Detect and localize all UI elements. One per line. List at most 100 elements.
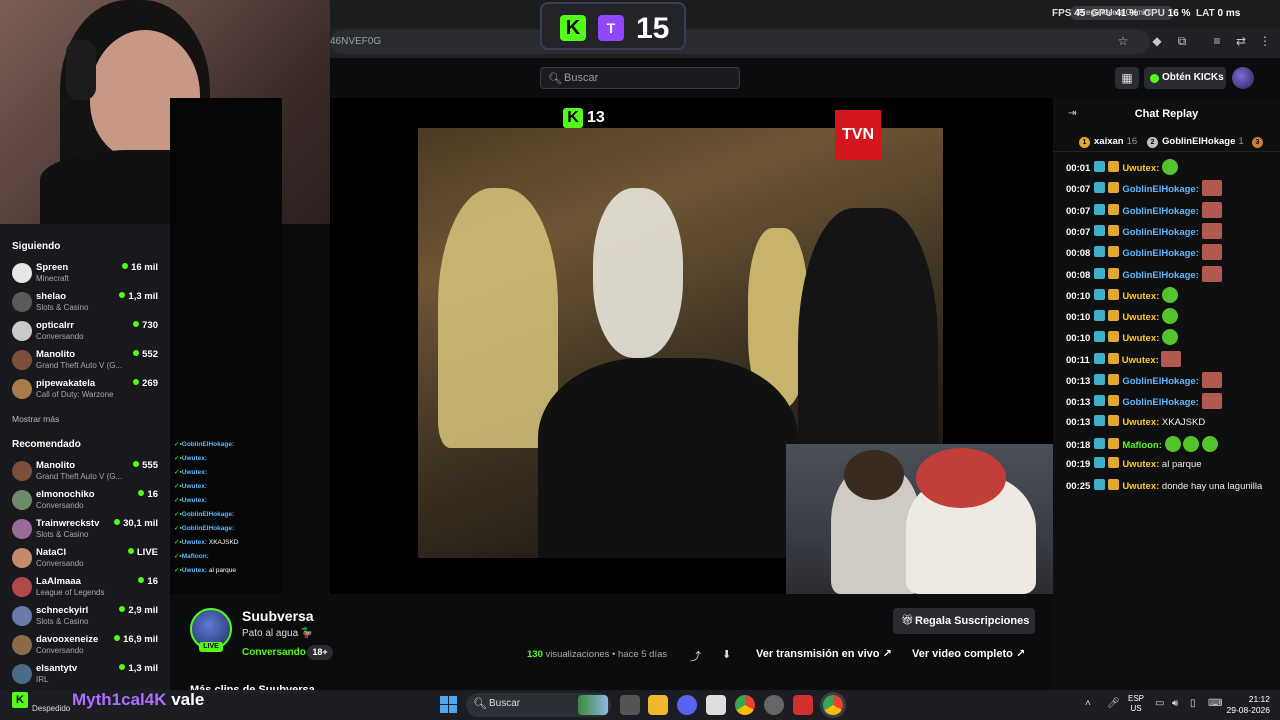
get-kicks-button[interactable]: Obtén KICKs (1144, 67, 1226, 89)
viewer-count: 30,1 mil (114, 518, 158, 529)
channel-category: Call of Duty: Warzone (36, 390, 114, 399)
badge-icon (1108, 267, 1120, 279)
chat-username[interactable]: GoblinElHokage: (1122, 248, 1199, 259)
channel-name: schneckyirl (36, 605, 89, 616)
discord-icon[interactable] (677, 695, 697, 715)
extension-icon[interactable]: ◆ (1150, 34, 1164, 48)
sidebar-channel[interactable]: NataCl Conversando LIVE (0, 544, 170, 572)
channel-name[interactable]: Suubversa (242, 608, 314, 624)
sidebar-channel[interactable]: shelao Slots & Casino 1,3 mil (0, 288, 170, 316)
app-icon[interactable] (764, 695, 784, 715)
chat-username[interactable]: Uwutex: (1122, 417, 1159, 428)
chat-timestamp: 00:08 (1066, 269, 1091, 281)
chat-timestamp: 00:13 (1066, 416, 1091, 428)
chat-username[interactable]: Uwutex: (1122, 459, 1159, 470)
layout-icon[interactable]: ▦ (1115, 67, 1139, 89)
microphone-icon[interactable]: 🎤︎ (1107, 698, 1120, 709)
chat-timestamp: 00:13 (1066, 397, 1091, 409)
sync-icon[interactable]: ⇄ (1234, 34, 1248, 48)
file-explorer-icon[interactable] (648, 695, 668, 715)
chat-username[interactable]: GoblinElHokage: (1122, 376, 1199, 387)
bookmark-star-icon[interactable]: ☆ (1116, 34, 1130, 48)
chat-username[interactable]: Uwutex: (1122, 291, 1159, 302)
language-indicator[interactable]: ESP US (1128, 694, 1144, 714)
sidebar-channel[interactable]: Trainwreckstv Slots & Casino 30,1 mil (0, 515, 170, 543)
menu-dots-icon[interactable]: ⋮ (1258, 34, 1272, 48)
chat-username[interactable]: Uwutex: (1122, 163, 1159, 174)
badge-icon (1108, 161, 1120, 172)
viewer-count: LIVE (127, 547, 158, 558)
chrome-icon[interactable] (735, 695, 755, 715)
show-more-button[interactable]: Mostrar más (12, 414, 59, 424)
badge-icon (1108, 478, 1120, 490)
chat-username[interactable]: GoblinElHokage: (1122, 397, 1199, 408)
chat-username[interactable]: GoblinElHokage: (1122, 184, 1199, 195)
sidebar-channel[interactable]: LaAlmaaa League of Legends 16 (0, 573, 170, 601)
app-icon[interactable] (793, 695, 813, 715)
widget-icon[interactable] (578, 695, 608, 715)
watch-live-button[interactable]: Ver transmisión en vivo ↗ (748, 642, 898, 666)
sidebar-channel[interactable]: opticalrr Conversando 730 (0, 317, 170, 345)
emote-icon (1201, 265, 1222, 282)
chat-username[interactable]: Mafloon: (1122, 440, 1162, 451)
sidebar-channel[interactable]: Manolito Grand Theft Auto V (G... 552 (0, 346, 170, 374)
chat-username[interactable]: GoblinElHokage: (1122, 270, 1199, 281)
emote-icon (1201, 201, 1222, 218)
clock[interactable]: 21:12 29-08-2026 (1226, 694, 1270, 716)
sidebar-channel[interactable]: elsantytv IRL 1,3 mil (0, 660, 170, 688)
url-text[interactable]: 46NVEF0G (330, 36, 381, 47)
sidebar-channel[interactable]: Spreen Minecraft 16 mil (0, 259, 170, 287)
chat-username[interactable]: GoblinElHokage: (1122, 227, 1199, 238)
sidebar-channel[interactable]: schneckyirl Slots & Casino 2,9 mil (0, 602, 170, 630)
viewer-count: 555 (133, 460, 158, 471)
mini-chat-line: ✓▪Uwutex: (174, 469, 208, 476)
follower-badge: K T 15 (540, 2, 686, 50)
chat-username[interactable]: Uwutex: (1122, 312, 1159, 323)
chat-username[interactable]: Uwutex: (1122, 481, 1159, 492)
notification-icon[interactable]: ⌨ (1208, 698, 1222, 709)
sidebar-channel[interactable]: elmonochiko Conversando 16 (0, 486, 170, 514)
watch-full-video-button[interactable]: Ver video completo ↗ (905, 642, 1035, 666)
chrome-active-icon[interactable] (823, 695, 843, 715)
chat-username[interactable]: Uwutex: (1122, 333, 1159, 344)
sidebar: Siguiendo Spreen Minecraft 16 mil shelao Slo… (0, 224, 170, 690)
external-link-icon: ↗ (882, 648, 892, 660)
share-icon[interactable]: ⤴ (690, 648, 701, 664)
puzzle-icon[interactable]: ⧉ (1175, 34, 1189, 48)
channel-avatar (12, 321, 32, 341)
chat-message: 00:10 Uwutex: (1066, 286, 1270, 304)
viewer-count: 1,3 mil (119, 663, 158, 674)
badge-icon (1094, 414, 1106, 426)
playlist-icon[interactable]: ≡ (1210, 34, 1224, 48)
badge-icon (1094, 478, 1106, 490)
network-icon[interactable]: ▭ (1155, 698, 1164, 709)
chat-timestamp: 00:13 (1066, 376, 1091, 387)
live-dot-icon (122, 263, 129, 269)
emote-icon (1161, 350, 1182, 367)
tray-chevron-icon[interactable]: ˄ (1085, 698, 1091, 709)
windows-start-icon[interactable] (440, 696, 458, 714)
volume-icon[interactable]: 🔊︎ (1172, 698, 1178, 709)
sidebar-channel[interactable]: davooxeneize Conversando 16,9 mil (0, 631, 170, 659)
channel-category: Conversando (36, 646, 84, 655)
task-view-icon[interactable] (620, 695, 640, 715)
sidebar-channel[interactable]: Manolito Grand Theft Auto V (G... 555 (0, 457, 170, 485)
stream-category[interactable]: Conversando (242, 647, 306, 658)
sidebar-channel[interactable]: pipewakatela Call of Duty: Warzone 269 (0, 375, 170, 403)
download-icon[interactable]: ⬇ (722, 648, 731, 661)
chat-message: 00:08 GoblinElHokage: (1066, 244, 1270, 261)
tvn-logo: TVN (835, 110, 881, 160)
app-icon[interactable] (706, 695, 726, 715)
viewer-count: 730 (133, 320, 158, 331)
battery-icon[interactable]: ▯ (1190, 698, 1196, 709)
channel-category: Slots & Casino (36, 530, 89, 539)
badge-icon (1108, 182, 1120, 194)
chat-title: Chat Replay (1134, 108, 1199, 120)
channel-category: Conversando (36, 332, 84, 341)
chat-username[interactable]: Uwutex: (1122, 355, 1159, 366)
address-bar[interactable] (330, 30, 1150, 54)
user-avatar[interactable] (1232, 67, 1254, 89)
gift-subs-button[interactable]: Regala Suscripciones (893, 608, 1035, 634)
video-kick-overlay: K 13 (563, 108, 605, 128)
chat-username[interactable]: GoblinElHokage: (1122, 206, 1199, 217)
